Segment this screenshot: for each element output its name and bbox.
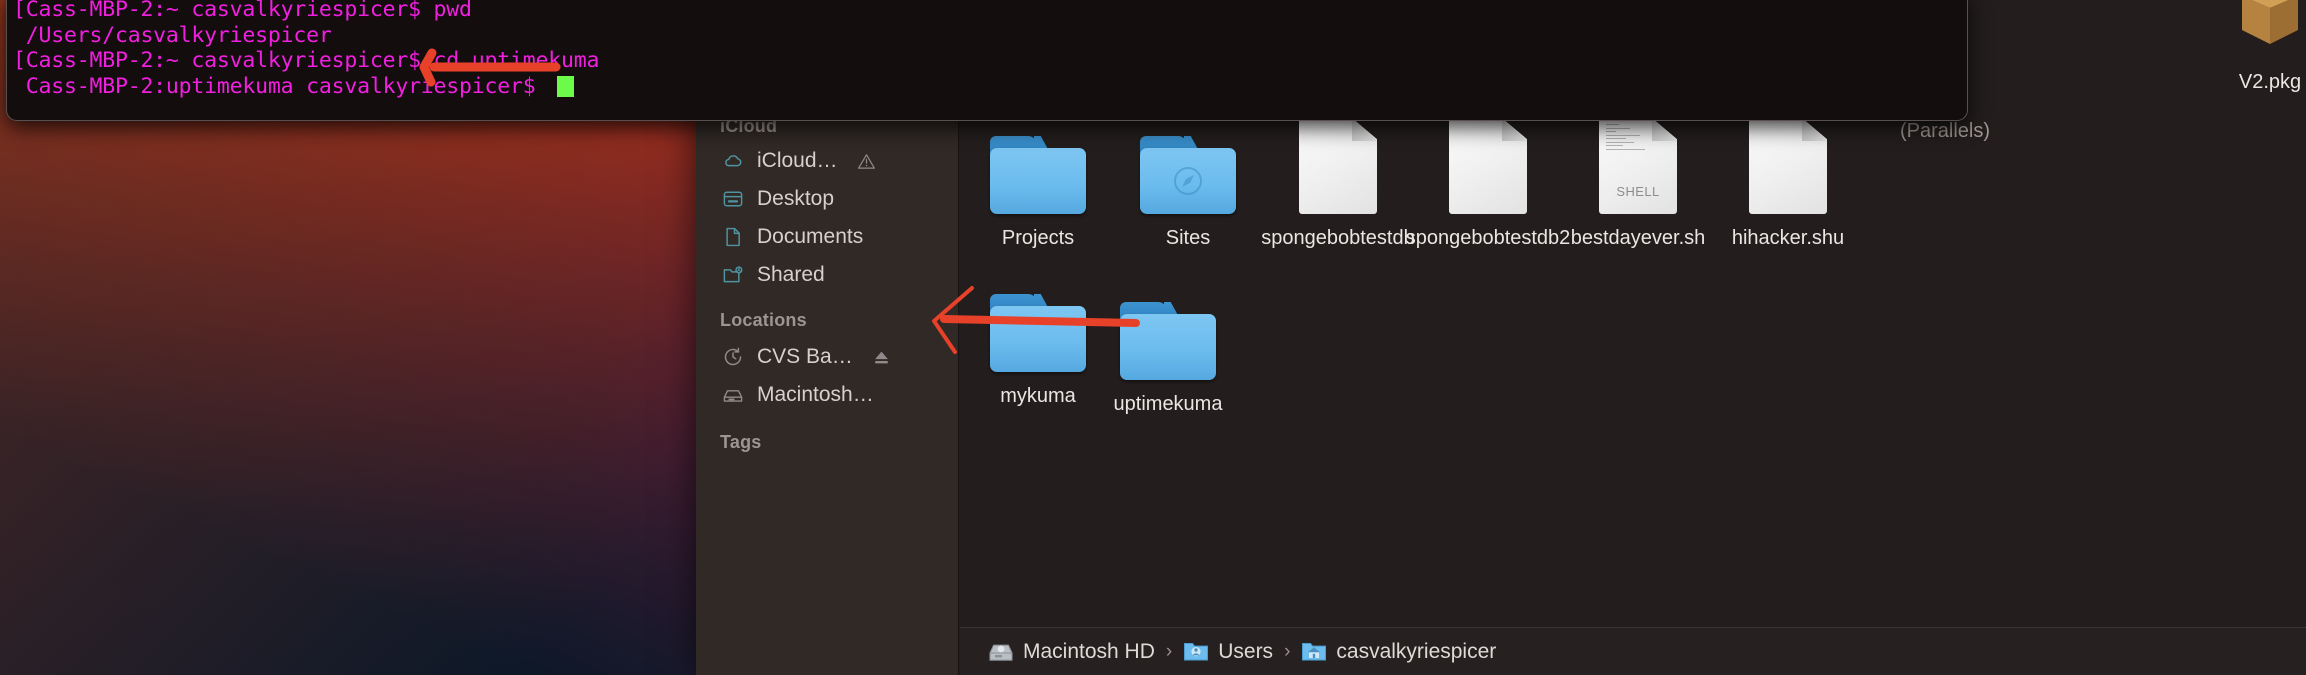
sidebar-item-desktop[interactable]: Desktop bbox=[696, 180, 958, 218]
breadcrumb-macintosh-hd[interactable]: Macintosh HD bbox=[988, 640, 1155, 664]
document-icon bbox=[720, 225, 746, 249]
file-item-label: uptimekuma bbox=[1113, 393, 1223, 415]
sidebar-item-label: Documents bbox=[757, 225, 864, 248]
sidebar-item-label: iCloud… bbox=[757, 149, 838, 172]
breadcrumb-label: Macintosh HD bbox=[1023, 639, 1155, 663]
file-item-label: hihacker.shu bbox=[1731, 227, 1845, 249]
breadcrumb-label: casvalkyriespicer bbox=[1336, 639, 1497, 663]
sidebar-item-icloud[interactable]: iCloud… bbox=[696, 142, 958, 180]
breadcrumb-label: Users bbox=[1218, 639, 1274, 663]
sidebar-item-label: Desktop bbox=[757, 187, 835, 210]
folder-icon bbox=[1078, 276, 1258, 380]
sidebar-section-tags-title: Tags bbox=[720, 432, 762, 452]
script-preview-lines bbox=[1606, 124, 1650, 152]
terminal-line: [Cass-MBP-2:~ casvalkyriespicer$ pwd bbox=[13, 0, 472, 22]
breadcrumb-separator: › bbox=[1165, 640, 1173, 662]
terminal-window[interactable]: [Cass-MBP-2:~ casvalkyriespicer$ pwd /Us… bbox=[6, 0, 1968, 121]
desktop-icon bbox=[720, 187, 746, 211]
breadcrumb-separator: › bbox=[1284, 640, 1291, 662]
screen: iCloud iCloud… Desktop Documents Shared … bbox=[0, 0, 2306, 675]
sidebar-item-shared[interactable]: Shared bbox=[696, 256, 958, 294]
terminal-line: /Users/casvalkyriespicer bbox=[13, 22, 332, 48]
terminal-line: [Cass-MBP-2:~ casvalkyriespicer$ cd upti… bbox=[13, 48, 600, 73]
file-item-v2-pkg[interactable]: V2.pkg bbox=[2180, 0, 2306, 95]
package-icon bbox=[2180, 0, 2306, 58]
breadcrumb-casvalkyriespicer[interactable]: casvalkyriespicer bbox=[1301, 640, 1496, 664]
terminal-prompt-line: Cass-MBP-2:uptimekuma casvalkyriespicer$ bbox=[13, 74, 1967, 100]
file-item-label: V2.pkg bbox=[2238, 71, 2302, 93]
document-icon bbox=[1698, 110, 1878, 214]
breadcrumb-users[interactable]: Users bbox=[1183, 640, 1273, 664]
file-item-hihacker-shu[interactable]: hihacker.shu bbox=[1698, 110, 1878, 251]
cloud-icon bbox=[720, 149, 746, 173]
time-machine-icon bbox=[720, 345, 746, 369]
hard-drive-icon bbox=[988, 640, 1014, 664]
sidebar-item-cvs-backup[interactable]: CVS Ba… bbox=[696, 338, 958, 376]
users-folder-icon bbox=[1183, 640, 1209, 664]
terminal-prompt-text: Cass-MBP-2:uptimekuma casvalkyriespicer$ bbox=[13, 73, 549, 99]
warning-icon bbox=[857, 152, 876, 171]
finder-path-bar: Macintosh HD › Users › casvalkyriespicer bbox=[960, 627, 2306, 675]
sidebar-item-label: Shared bbox=[757, 263, 825, 286]
terminal-output[interactable]: [Cass-MBP-2:~ casvalkyriespicer$ pwd /Us… bbox=[7, 0, 1967, 99]
sidebar-section-locations-title: Locations bbox=[720, 310, 807, 330]
compass-icon bbox=[1140, 148, 1236, 214]
sidebar-item-documents[interactable]: Documents bbox=[696, 218, 958, 256]
file-item-uptimekuma[interactable]: uptimekuma bbox=[1078, 276, 1258, 417]
eject-icon[interactable] bbox=[872, 348, 891, 367]
terminal-cursor bbox=[557, 75, 575, 97]
hard-drive-icon bbox=[720, 383, 746, 407]
sidebar-item-label: CVS Ba… bbox=[757, 345, 853, 368]
sidebar-item-macintosh-hd[interactable]: Macintosh… bbox=[696, 376, 958, 414]
sidebar-item-label: Macintosh… bbox=[757, 383, 874, 406]
home-folder-icon bbox=[1301, 640, 1327, 664]
shared-folder-icon bbox=[720, 263, 746, 287]
file-kind-label: SHELL bbox=[1616, 184, 1660, 199]
